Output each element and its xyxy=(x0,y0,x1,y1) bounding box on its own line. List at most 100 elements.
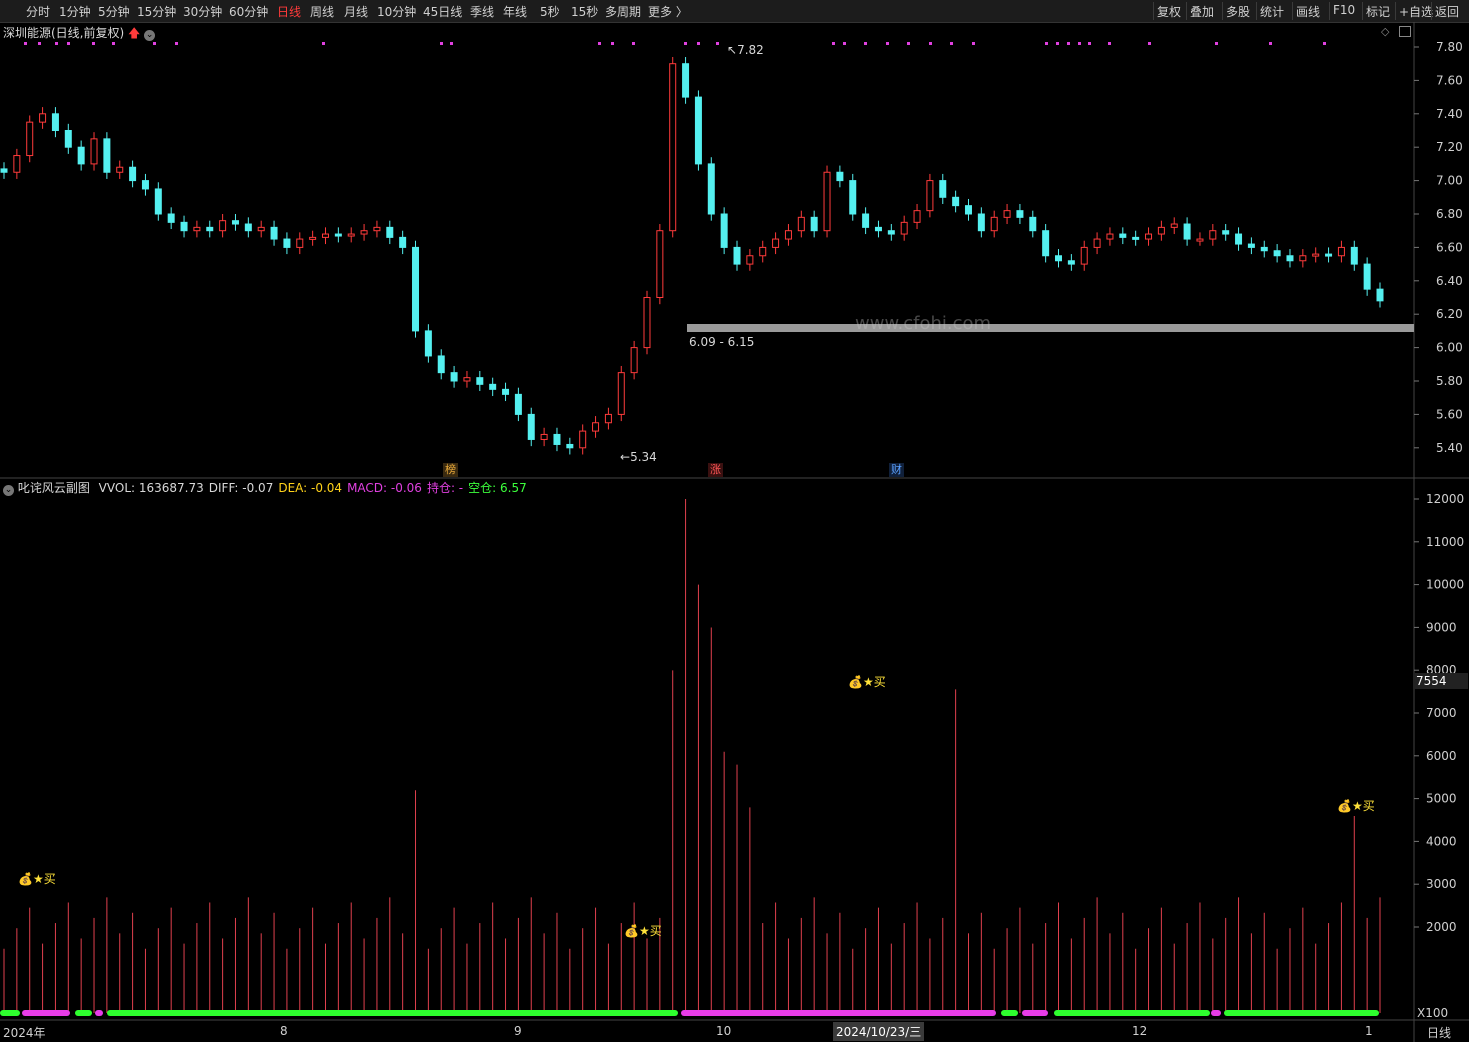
toolbar-separator xyxy=(1256,2,1257,20)
position-strip-hold xyxy=(1022,1010,1048,1016)
candle-body xyxy=(476,377,484,385)
period-tab-1[interactable]: 1分钟 xyxy=(59,3,91,20)
x-label-jan: 1 xyxy=(1365,1024,1373,1038)
toolbar-button-1[interactable]: 叠加 xyxy=(1190,3,1214,20)
signal-dot xyxy=(950,42,953,45)
price-tick-label: 7.60 xyxy=(1436,73,1463,87)
candle-body xyxy=(682,63,690,98)
badge-cai[interactable]: 财 xyxy=(889,463,904,477)
candle-body xyxy=(450,372,458,382)
candle-body xyxy=(39,113,47,123)
candle-body xyxy=(26,121,34,157)
high-price-value: 7.82 xyxy=(737,43,764,57)
toolbar-button-2[interactable]: 多股 xyxy=(1226,3,1250,20)
toolbar-button-6[interactable]: 标记 xyxy=(1366,3,1390,20)
signal-dot xyxy=(632,42,635,45)
period-tab-12[interactable]: 年线 xyxy=(503,3,527,20)
period-tab-4[interactable]: 30分钟 xyxy=(183,3,222,20)
period-toolbar: 分时 1分钟 5分钟 15分钟 30分钟 60分钟 日线 周线 月线 10分钟 45日线 季线 年线 5秒… xyxy=(0,0,1469,23)
signal-dot xyxy=(832,42,835,45)
price-tick-label: 6.40 xyxy=(1436,274,1463,288)
candle-body xyxy=(707,163,715,215)
candle-body xyxy=(1132,236,1140,240)
chart-canvas[interactable]: 7.80 7.60 7.40 7.20 7.00 6.80 6.60 6.40 6.20 6.00… xyxy=(0,22,1469,1042)
toolbar-separator xyxy=(1222,2,1223,20)
buy-signal-2: 💰★买 xyxy=(624,924,662,938)
indicator-0: VVOL: 163687.73 xyxy=(98,481,204,495)
candle-body xyxy=(990,216,998,232)
candle-body xyxy=(1183,223,1191,240)
chevron-down-icon[interactable]: ⌄ xyxy=(3,485,14,496)
support-band xyxy=(687,324,1414,332)
price-tick-label: 6.60 xyxy=(1436,240,1463,254)
signal-dot xyxy=(843,42,846,45)
volume-tick-label: 6000 xyxy=(1426,749,1457,763)
candle-body xyxy=(964,205,972,215)
signal-dot xyxy=(1078,42,1081,45)
candle-body xyxy=(1273,250,1281,257)
candle-body xyxy=(244,223,252,232)
candle-body xyxy=(952,196,960,207)
candle-body xyxy=(874,226,882,232)
position-strip-hold xyxy=(1211,1010,1221,1016)
candle-body xyxy=(129,166,137,182)
low-price-value: 5.34 xyxy=(630,450,657,464)
period-tab-7[interactable]: 周线 xyxy=(310,3,334,20)
period-tab-5[interactable]: 60分钟 xyxy=(229,3,268,20)
candle-body xyxy=(386,226,394,238)
candle-body xyxy=(154,188,162,215)
candle-body xyxy=(1106,233,1114,240)
candle-body xyxy=(1029,216,1037,232)
toolbar-button-8[interactable]: 返回 xyxy=(1435,3,1459,20)
period-tab-14[interactable]: 15秒 xyxy=(571,3,598,20)
toolbar-button-0[interactable]: 复权 xyxy=(1157,3,1181,20)
badge-bang[interactable]: 榜 xyxy=(443,463,458,477)
signal-dot xyxy=(450,42,453,45)
candle-body xyxy=(424,330,432,357)
volume-tick-label: 10000 xyxy=(1426,578,1464,592)
toolbar-button-3[interactable]: 统计 xyxy=(1260,3,1284,20)
badge-zhang[interactable]: 涨 xyxy=(708,463,723,477)
period-tab-10[interactable]: 45日线 xyxy=(423,3,462,20)
signal-dot xyxy=(684,42,687,45)
candle-body xyxy=(399,236,407,248)
candle-body xyxy=(373,226,381,232)
volume-tick-label: 3000 xyxy=(1426,877,1457,891)
candle-body xyxy=(669,63,677,232)
candle-body xyxy=(1350,246,1358,265)
indicator-list: VVOL: 163687.73 DIFF: -0.07 DEA: -0.04 MACD… xyxy=(94,481,527,495)
toolbar-button-7[interactable]: +自选 xyxy=(1399,3,1433,20)
candle-body xyxy=(13,155,21,173)
toolbar-separator xyxy=(1431,2,1432,20)
price-tick-label: 7.20 xyxy=(1436,140,1463,154)
signal-dot xyxy=(1148,42,1151,45)
candle-body xyxy=(1170,223,1178,228)
candle-body xyxy=(321,233,329,238)
period-tab-2[interactable]: 5分钟 xyxy=(98,3,130,20)
candle-body xyxy=(656,230,664,298)
period-tab-15[interactable]: 多周期 xyxy=(605,3,641,20)
period-tab-16[interactable]: 更多 〉 xyxy=(648,3,688,20)
period-tab-0[interactable]: 分时 xyxy=(26,3,50,20)
signal-dot xyxy=(716,42,719,45)
price-tick-label: 5.80 xyxy=(1436,374,1463,388)
period-tab-11[interactable]: 季线 xyxy=(470,3,494,20)
toolbar-button-4[interactable]: 画线 xyxy=(1296,3,1320,20)
candle-body xyxy=(231,220,239,225)
candle-body xyxy=(784,230,792,240)
toolbar-button-5[interactable]: F10 xyxy=(1333,3,1355,17)
period-tab-9[interactable]: 10分钟 xyxy=(377,3,416,20)
period-tab-3[interactable]: 15分钟 xyxy=(137,3,176,20)
period-label[interactable]: 日线 xyxy=(1427,1024,1451,1041)
signal-dot xyxy=(55,42,58,45)
candle-body xyxy=(604,413,612,424)
period-tab-8[interactable]: 月线 xyxy=(344,3,368,20)
candle-body xyxy=(1119,233,1127,238)
period-tab-6[interactable]: 日线 xyxy=(277,3,301,20)
x-label-sep: 9 xyxy=(514,1024,522,1038)
candle-body xyxy=(1222,230,1230,235)
toolbar-separator xyxy=(1395,2,1396,20)
price-tick-label: 7.80 xyxy=(1436,40,1463,54)
candle-body xyxy=(1376,288,1384,302)
period-tab-13[interactable]: 5秒 xyxy=(540,3,560,20)
